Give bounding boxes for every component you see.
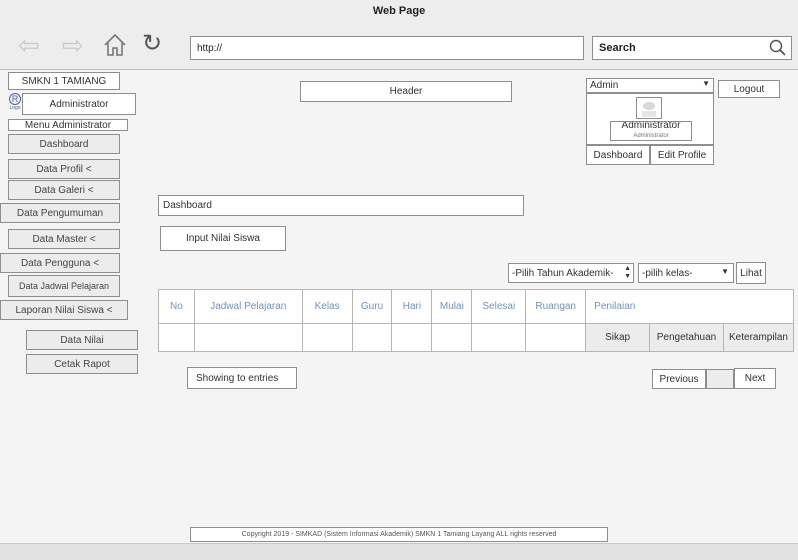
column-header: Selesai: [471, 289, 527, 324]
sidebar-item-data-galeri[interactable]: Data Galeri <: [8, 180, 120, 200]
showing-entries: Showing to entries: [187, 367, 297, 389]
column-header: No: [158, 289, 195, 324]
avatar: [636, 97, 662, 119]
table-cell: [351, 323, 393, 352]
next-button[interactable]: Next: [734, 368, 776, 389]
logo: R Logo: [8, 93, 22, 111]
table-cell: [193, 323, 303, 352]
back-arrow-icon[interactable]: ⇦: [18, 32, 40, 58]
sidebar-user-name: Administrator: [22, 93, 136, 115]
edit-profile-link[interactable]: Edit Profile: [650, 145, 714, 165]
table-cell: [158, 323, 195, 352]
academic-year-value: -Pilih Tahun Akademik-: [512, 267, 614, 279]
browser-status-bar: [0, 543, 798, 560]
page-header: Header: [300, 81, 512, 102]
column-header: Ruangan: [525, 289, 587, 324]
class-select[interactable]: -pilih kelas- ▼: [638, 263, 734, 283]
keterampilan-button[interactable]: Keterampilan: [722, 323, 795, 352]
menu-title: Menu Administrator: [8, 119, 128, 131]
sidebar-item-data-master[interactable]: Data Master <: [8, 229, 120, 249]
table-cell: [391, 323, 433, 352]
profile-subtitle: Administrator: [633, 133, 669, 139]
window-title: Web Page: [0, 0, 798, 22]
sidebar-item-data-pengguna[interactable]: Data Pengguna <: [0, 253, 120, 273]
profile-name-box: Administrator Administrator: [610, 121, 692, 141]
sidebar-item-data-jadwal[interactable]: Data Jadwal Pelajaran: [8, 275, 120, 297]
logout-button[interactable]: Logout: [718, 80, 780, 98]
role-select[interactable]: Admin ▼: [586, 78, 714, 93]
sidebar-item-dashboard[interactable]: Dashboard: [8, 134, 120, 154]
column-header: Guru: [351, 289, 393, 324]
column-header: Penilaian: [585, 289, 794, 324]
column-header: Jadwal Pelajaran: [193, 289, 303, 324]
sidebar-item-laporan-nilai[interactable]: Laporan Nilai Siswa <: [0, 300, 128, 320]
table-cell: [431, 323, 473, 352]
school-name: SMKN 1 TAMIANG: [8, 72, 120, 90]
table-cell: [525, 323, 587, 352]
table-cell: [301, 323, 353, 352]
lihat-button[interactable]: Lihat: [736, 262, 766, 284]
chevron-down-icon: ▼: [721, 267, 729, 276]
search-icon[interactable]: [768, 38, 788, 61]
previous-button[interactable]: Previous: [652, 369, 706, 389]
sidebar-item-data-profil[interactable]: Data Profil <: [8, 159, 120, 179]
column-header: Hari: [391, 289, 433, 324]
academic-year-select[interactable]: -Pilih Tahun Akademik- ▲ ▼: [508, 263, 634, 283]
breadcrumb: Dashboard: [158, 195, 524, 216]
input-nilai-button[interactable]: Input Nilai Siswa: [160, 226, 286, 251]
updown-icon: ▲ ▼: [624, 265, 631, 280]
dashboard-link[interactable]: Dashboard: [586, 145, 650, 165]
logo-mark: R: [9, 93, 21, 105]
column-header: Mulai: [431, 289, 473, 324]
sidebar-item-cetak-rapot[interactable]: Cetak Rapot: [26, 354, 138, 374]
refresh-icon[interactable]: ↻: [142, 31, 162, 57]
logo-text: Logo: [9, 105, 21, 111]
table-row: Sikap Pengetahuan Keterampilan: [158, 323, 795, 352]
copyright-text: Copyright 2019 - SIMKAD (Sistem Informas…: [190, 527, 608, 542]
search-field[interactable]: Search: [592, 36, 792, 60]
table-header-row: No Jadwal Pelajaran Kelas Guru Hari Mula…: [158, 289, 794, 324]
class-select-value: -pilih kelas-: [642, 267, 693, 279]
grades-table: No Jadwal Pelajaran Kelas Guru Hari Mula…: [158, 289, 795, 352]
sikap-button[interactable]: Sikap: [585, 323, 651, 352]
profile-name: Administrator: [621, 121, 681, 131]
role-select-value: Admin: [590, 80, 619, 91]
forward-arrow-icon[interactable]: ⇨: [62, 32, 84, 58]
page-number-button[interactable]: [706, 369, 734, 389]
home-icon[interactable]: [102, 32, 128, 61]
sidebar-item-data-pengumuman[interactable]: Data Pengumuman: [0, 203, 120, 223]
search-label: Search: [599, 42, 636, 54]
table-cell: [471, 323, 527, 352]
chevron-down-icon: ▼: [702, 79, 710, 88]
sidebar-item-data-nilai[interactable]: Data Nilai: [26, 330, 138, 350]
url-field[interactable]: http://: [190, 36, 584, 60]
column-header: Kelas: [301, 289, 353, 324]
pengetahuan-button[interactable]: Pengetahuan: [649, 323, 724, 352]
